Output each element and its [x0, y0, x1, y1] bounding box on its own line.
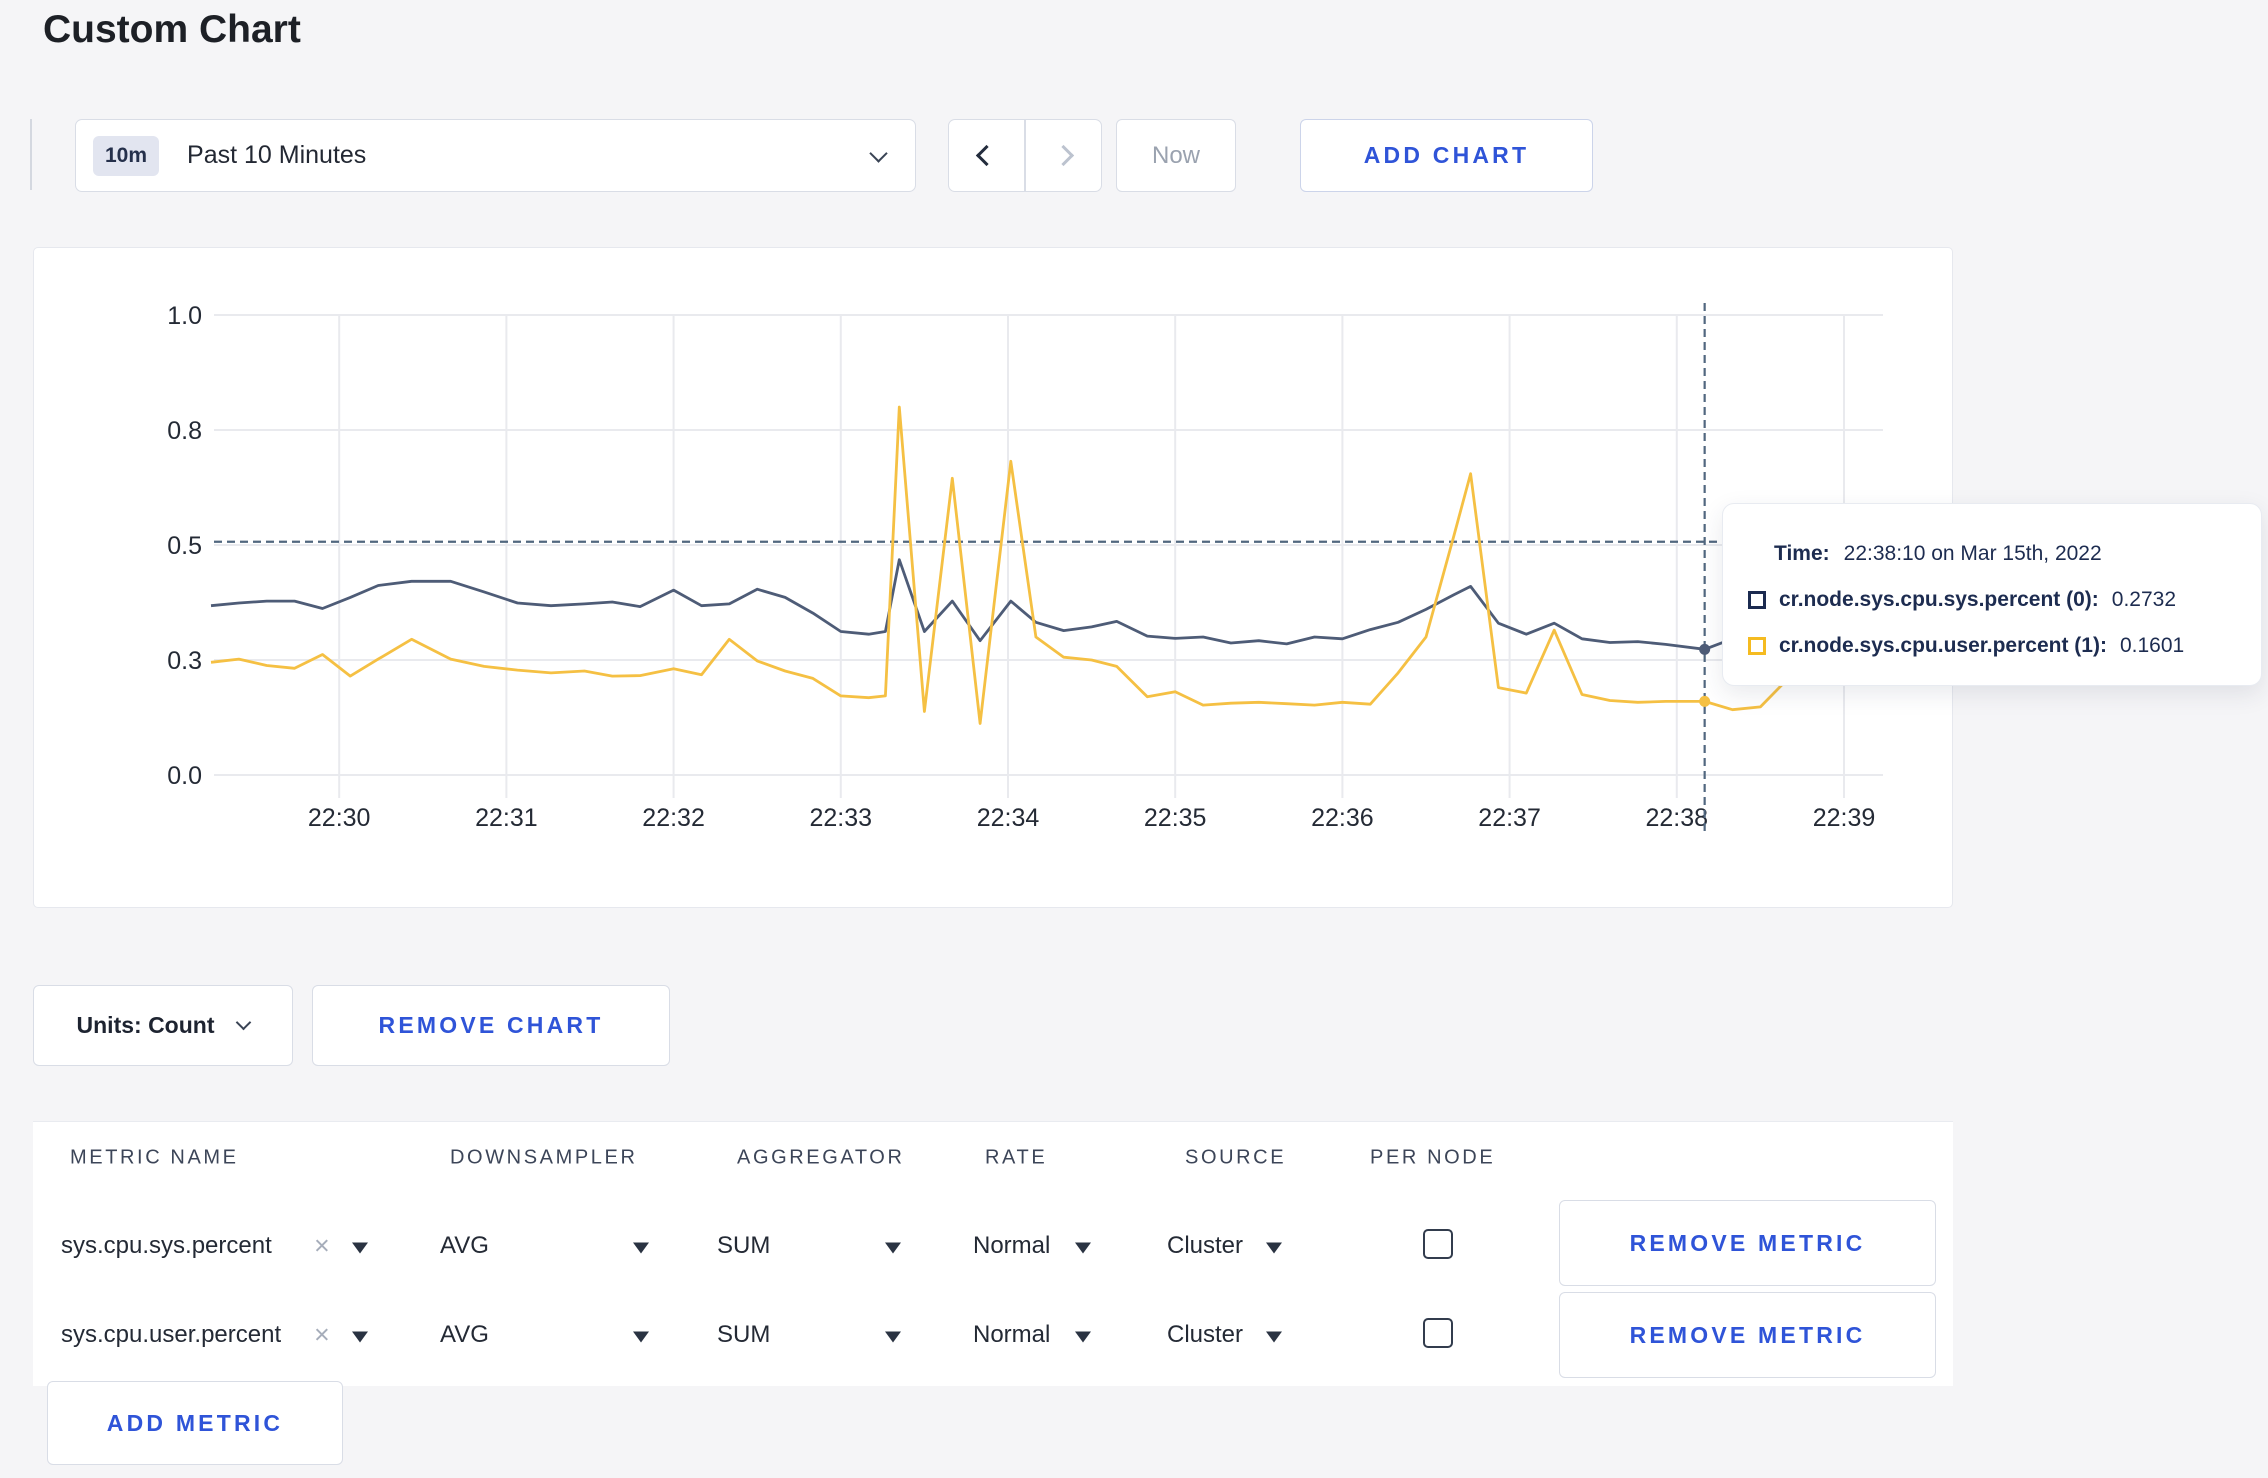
svg-text:22:30: 22:30	[308, 804, 371, 832]
add-chart-label: ADD CHART	[1363, 142, 1530, 168]
metric-name-select[interactable]: sys.cpu.user.percent	[61, 1321, 281, 1349]
metric-name-select[interactable]: sys.cpu.sys.percent	[61, 1232, 272, 1260]
caret-down-icon[interactable]	[1266, 1242, 1282, 1254]
caret-down-icon[interactable]	[633, 1242, 649, 1254]
time-window-badge: 10m	[93, 135, 160, 176]
tooltip-series-name: cr.node.sys.cpu.sys.percent (0):	[1779, 588, 2099, 611]
tooltip-series-row: cr.node.sys.cpu.sys.percent (0): 0.2732	[1723, 577, 2261, 623]
remove-chart-button[interactable]: REMOVE CHART	[312, 985, 670, 1066]
svg-text:22:33: 22:33	[810, 804, 873, 832]
tooltip-series-name: cr.node.sys.cpu.user.percent (1):	[1779, 634, 2107, 657]
caret-down-icon[interactable]	[1075, 1242, 1091, 1254]
svg-text:1.0: 1.0	[167, 302, 202, 330]
tooltip-time-value: 22:38:10 on Mar 15th, 2022	[1843, 542, 2102, 565]
add-metric-button[interactable]: ADD METRIC	[47, 1381, 343, 1465]
source-select[interactable]: Cluster	[1167, 1321, 1243, 1349]
tooltip-series-row: cr.node.sys.cpu.user.percent (1): 0.1601	[1723, 623, 2261, 669]
aggregator-select[interactable]: SUM	[717, 1232, 770, 1260]
column-header-source: SOURCE	[1185, 1146, 1287, 1169]
per-node-checkbox[interactable]	[1423, 1229, 1453, 1259]
svg-text:22:37: 22:37	[1478, 804, 1541, 832]
caret-down-icon[interactable]	[352, 1242, 368, 1254]
remove-chart-label: REMOVE CHART	[378, 1012, 604, 1038]
chevron-right-icon	[1052, 144, 1074, 167]
add-metric-label: ADD METRIC	[106, 1409, 284, 1436]
aggregator-select[interactable]: SUM	[717, 1321, 770, 1349]
column-header-downsampler: DOWNSAMPLER	[450, 1146, 638, 1169]
chart-svg[interactable]: 0.0 0.3 0.5 0.8 1.0 22:30 22:31 22:32 22:33 22:34…	[34, 248, 1952, 907]
series-swatch-icon	[1748, 637, 1766, 655]
svg-text:0.3: 0.3	[167, 647, 202, 675]
svg-text:22:32: 22:32	[642, 804, 705, 832]
time-window-select[interactable]: 10m Past 10 Minutes	[75, 119, 916, 192]
svg-text:22:39: 22:39	[1813, 804, 1876, 832]
chevron-left-icon	[976, 144, 998, 167]
caret-down-icon[interactable]	[1075, 1331, 1091, 1343]
caret-down-icon[interactable]	[885, 1242, 901, 1254]
column-header-metric-name: METRIC NAME	[70, 1146, 239, 1169]
column-header-rate: RATE	[985, 1146, 1048, 1169]
now-button-label: Now	[1151, 141, 1200, 169]
tooltip-series-value: 0.2732	[2111, 588, 2177, 611]
next-time-button[interactable]	[1026, 120, 1101, 191]
rate-select[interactable]: Normal	[973, 1232, 1050, 1260]
page-title: Custom Chart	[43, 8, 301, 51]
svg-text:0.8: 0.8	[167, 417, 202, 445]
caret-down-icon[interactable]	[352, 1331, 368, 1343]
source-select[interactable]: Cluster	[1167, 1232, 1243, 1260]
remove-metric-button[interactable]: REMOVE METRIC	[1559, 1292, 1936, 1378]
series-swatch-icon	[1748, 591, 1766, 609]
time-window-label: Past 10 Minutes	[187, 141, 367, 169]
downsampler-select[interactable]: AVG	[440, 1232, 489, 1260]
chart-tooltip: Time: 22:38:10 on Mar 15th, 2022 cr.node…	[1722, 503, 2262, 686]
chevron-down-icon	[236, 1014, 252, 1031]
caret-down-icon[interactable]	[1266, 1331, 1282, 1343]
svg-text:22:36: 22:36	[1311, 804, 1374, 832]
svg-text:22:31: 22:31	[475, 804, 538, 832]
metrics-table: METRIC NAME DOWNSAMPLER AGGREGATOR RATE …	[33, 1121, 1953, 1386]
units-select[interactable]: Units: Count	[33, 985, 293, 1066]
chevron-down-icon	[869, 144, 888, 163]
per-node-checkbox[interactable]	[1423, 1318, 1453, 1348]
caret-down-icon[interactable]	[633, 1331, 649, 1343]
remove-metric-button[interactable]: REMOVE METRIC	[1559, 1200, 1936, 1286]
svg-text:0.0: 0.0	[167, 762, 202, 790]
now-button[interactable]: Now	[1116, 119, 1236, 192]
remove-metric-label: REMOVE METRIC	[1629, 1229, 1866, 1256]
toolbar-divider	[30, 119, 32, 190]
downsampler-select[interactable]: AVG	[440, 1321, 489, 1349]
svg-text:22:35: 22:35	[1144, 804, 1207, 832]
chart-card: 0.0 0.3 0.5 0.8 1.0 22:30 22:31 22:32 22:33 22:34…	[33, 247, 1953, 908]
clear-metric-icon[interactable]: ×	[314, 1231, 330, 1262]
svg-text:22:34: 22:34	[977, 804, 1040, 832]
column-header-per-node: PER NODE	[1370, 1146, 1496, 1169]
tooltip-time-label: Time:	[1774, 542, 1830, 565]
caret-down-icon[interactable]	[885, 1331, 901, 1343]
tooltip-series-value: 0.1601	[2119, 634, 2185, 657]
add-chart-button[interactable]: ADD CHART	[1300, 119, 1593, 192]
prev-time-button[interactable]	[949, 120, 1024, 191]
clear-metric-icon[interactable]: ×	[314, 1320, 330, 1351]
remove-metric-label: REMOVE METRIC	[1629, 1321, 1866, 1348]
svg-text:22:38: 22:38	[1646, 804, 1709, 832]
svg-text:0.5: 0.5	[167, 532, 202, 560]
column-header-aggregator: AGGREGATOR	[737, 1146, 905, 1169]
units-select-label: Units: Count	[76, 1012, 215, 1038]
rate-select[interactable]: Normal	[973, 1321, 1050, 1349]
time-nav-group	[948, 119, 1102, 192]
